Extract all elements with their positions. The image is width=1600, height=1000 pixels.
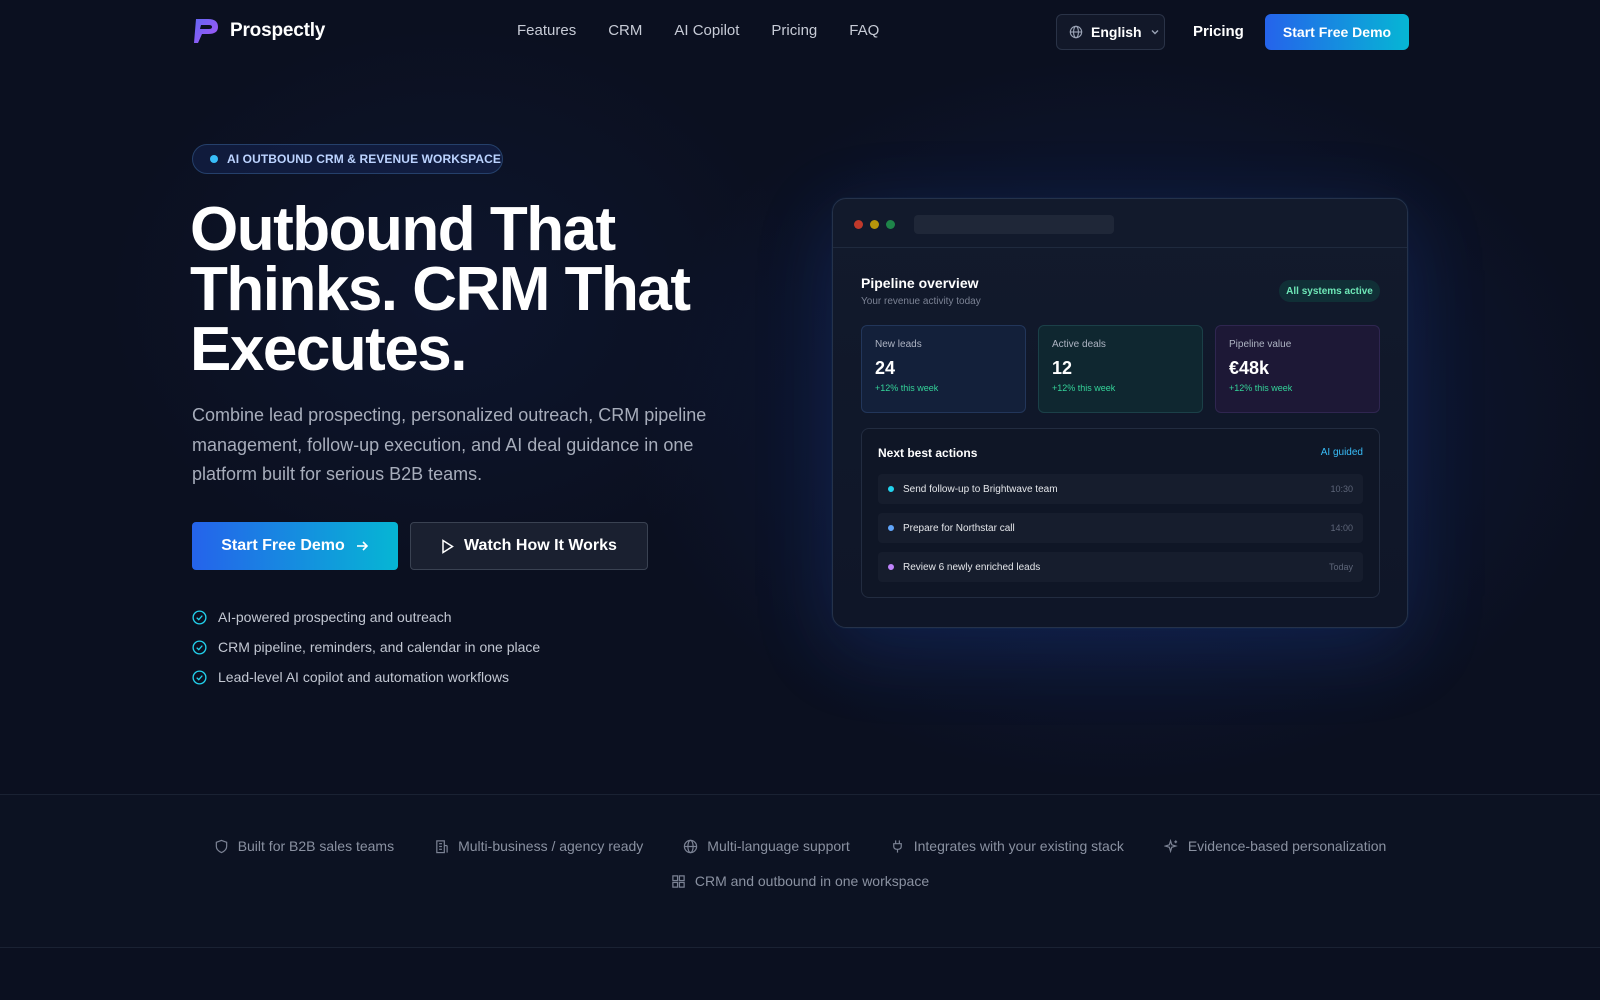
brand-logo[interactable]: Prospectly (192, 16, 325, 46)
stat-value: 12 (1052, 358, 1073, 378)
start-free-demo-label: Start Free Demo (221, 537, 345, 554)
checklist-item: AI-powered prospecting and outreach (192, 602, 540, 632)
nav-link-pricing[interactable]: Pricing (771, 22, 817, 39)
stat-card-new-leads: New leads 24 +12% this week (861, 325, 1026, 413)
badge-dot (210, 155, 218, 163)
shield-icon (215, 839, 227, 853)
action-time: Today (1328, 562, 1353, 572)
dashboard-preview: Pipeline overview Your revenue activity … (832, 198, 1408, 628)
trust-item: Evidence-based personalization (1163, 838, 1387, 854)
action-item[interactable]: Send follow-up to Brightwave team 10:30 (878, 474, 1363, 504)
stat-label: New leads (875, 339, 922, 350)
trust-item: Multi-language support (683, 838, 850, 854)
plug-icon (892, 839, 902, 853)
action-item[interactable]: Review 6 newly enriched leads Today (878, 552, 1363, 582)
watch-how-it-works-button[interactable]: Watch How It Works (410, 522, 648, 570)
trust-label: Multi-language support (707, 838, 850, 854)
action-text: Prepare for Northstar call (903, 522, 1015, 534)
window-minimize-dot (870, 220, 879, 229)
trust-item: Integrates with your existing stack (890, 838, 1124, 854)
trust-item: Multi-business / agency ready (434, 838, 643, 854)
checklist-item: Lead-level AI copilot and automation wor… (192, 662, 540, 692)
globe-icon (1069, 25, 1083, 39)
stat-delta: +12% this week (1229, 383, 1293, 393)
stat-label: Active deals (1052, 339, 1106, 350)
trust-label: Evidence-based personalization (1187, 838, 1387, 854)
action-bullet (888, 564, 894, 570)
trust-label: Multi-business / agency ready (458, 838, 644, 854)
top-nav: Prospectly Features CRM AI Copilot Prici… (0, 0, 1600, 64)
checklist-text: CRM pipeline, reminders, and calendar in… (218, 639, 541, 655)
chevron-down-icon (1151, 30, 1159, 35)
stat-value: 24 (875, 358, 896, 378)
stat-value: €48k (1229, 358, 1270, 378)
sparkles-icon (1163, 838, 1178, 853)
feature-checklist: AI-powered prospecting and outreach CRM … (192, 602, 540, 692)
hero-headline: Outbound That Thinks. CRM That Executes. (190, 195, 691, 384)
trust-label: Built for B2B sales teams (237, 838, 395, 854)
check-circle-icon (192, 639, 207, 655)
hero-subtitle: Combine lead prospecting, personalized o… (192, 405, 707, 484)
check-circle-icon (192, 669, 207, 685)
nav-pricing-link[interactable]: Pricing (1193, 23, 1244, 40)
eyebrow-text: AI OUTBOUND CRM & REVENUE WORKSPACE (227, 152, 501, 166)
hero-eyebrow-badge: AI OUTBOUND CRM & REVENUE WORKSPACE (192, 144, 503, 174)
check-circle-icon (192, 609, 207, 625)
globe-icon (684, 839, 698, 853)
trust-item: Built for B2B sales teams (214, 838, 394, 854)
status-badge: All systems active (1279, 280, 1380, 302)
pipeline-overview-title: Pipeline overview (861, 275, 979, 291)
building-icon (436, 839, 448, 853)
start-free-demo-button[interactable]: Start Free Demo (192, 522, 398, 570)
action-bullet (888, 525, 894, 531)
logo-mark-icon (194, 19, 218, 43)
checklist-text: AI-powered prospecting and outreach (218, 609, 452, 625)
nav-links: Features CRM AI Copilot Pricing FAQ (517, 22, 879, 39)
nav-start-demo-button[interactable]: Start Free Demo (1265, 14, 1409, 50)
action-time: 10:30 (1330, 484, 1353, 494)
window-maximize-dot (886, 220, 895, 229)
trust-item: CRM and outbound in one workspace (671, 873, 929, 889)
watch-how-it-works-label: Watch How It Works (464, 537, 617, 554)
nav-link-ai-copilot[interactable]: AI Copilot (674, 22, 739, 39)
nav-link-crm[interactable]: CRM (608, 22, 642, 39)
arrow-right-icon (356, 541, 368, 551)
trust-row: CRM and outbound in one workspace (0, 873, 1600, 889)
language-label: English (1091, 24, 1142, 40)
nav-link-features[interactable]: Features (517, 22, 576, 39)
window-titlebar (833, 199, 1407, 248)
play-icon (442, 538, 454, 554)
trust-label: CRM and outbound in one workspace (694, 873, 930, 889)
trust-row: Built for B2B sales teams Multi-business… (0, 838, 1600, 854)
language-selector[interactable]: English (1056, 14, 1165, 50)
next-best-actions-panel: Next best actions AI guided Send follow-… (861, 428, 1380, 598)
grid-icon (672, 874, 685, 888)
trust-bar: Built for B2B sales teams Multi-business… (0, 794, 1600, 948)
pipeline-overview-subtitle: Your revenue activity today (861, 296, 981, 307)
address-bar (914, 215, 1114, 234)
action-text: Send follow-up to Brightwave team (903, 483, 1058, 495)
window-close-dot (854, 220, 863, 229)
actions-title: Next best actions (878, 446, 978, 460)
action-text: Review 6 newly enriched leads (903, 561, 1041, 573)
stat-label: Pipeline value (1229, 339, 1292, 350)
stat-card-pipeline-value: Pipeline value €48k +12% this week (1215, 325, 1380, 413)
ai-guided-tag: AI guided (1320, 447, 1363, 458)
stat-delta: +12% this week (875, 383, 939, 393)
checklist-item: CRM pipeline, reminders, and calendar in… (192, 632, 540, 662)
nav-link-faq[interactable]: FAQ (849, 22, 879, 39)
checklist-text: Lead-level AI copilot and automation wor… (218, 669, 510, 685)
action-bullet (888, 486, 894, 492)
trust-label: Integrates with your existing stack (913, 838, 1124, 854)
stat-card-active-deals: Active deals 12 +12% this week (1038, 325, 1203, 413)
action-time: 14:00 (1330, 523, 1353, 533)
stat-delta: +12% this week (1052, 383, 1116, 393)
brand-name: Prospectly (230, 20, 326, 41)
action-item[interactable]: Prepare for Northstar call 14:00 (878, 513, 1363, 543)
